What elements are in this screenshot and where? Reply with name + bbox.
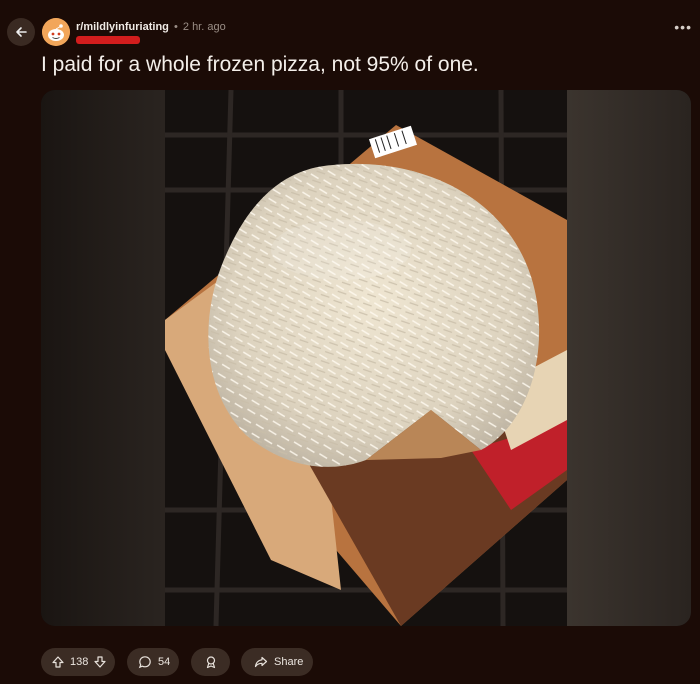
post-time: 2 hr. ago	[182, 21, 226, 33]
vote-count: 138	[70, 656, 89, 668]
downvote-icon	[94, 656, 106, 668]
post-meta: r/mildlyinfuriating • 2 hr. ago	[76, 21, 226, 33]
comment-icon	[138, 656, 151, 669]
post-header: r/mildlyinfuriating • 2 hr. ago •••	[0, 0, 700, 52]
downvote-button[interactable]	[93, 655, 107, 669]
share-icon	[254, 656, 268, 668]
frozen-pizza-photo	[41, 90, 691, 626]
subreddit-link[interactable]: r/mildlyinfuriating	[76, 21, 169, 33]
share-button[interactable]: Share	[241, 648, 313, 676]
more-options-icon: •••	[674, 19, 692, 35]
back-button[interactable]	[7, 18, 35, 46]
vote-control: 138	[41, 648, 115, 676]
share-label: Share	[274, 656, 304, 668]
more-options-button[interactable]: •••	[674, 19, 692, 35]
comment-count: 54	[158, 656, 171, 668]
award-button[interactable]	[191, 648, 230, 676]
post-title: I paid for a whole frozen pizza, not 95%…	[41, 53, 479, 76]
meta-separator: •	[173, 21, 178, 33]
back-arrow-icon	[16, 27, 27, 37]
upvote-icon	[52, 656, 64, 668]
award-icon	[206, 656, 215, 669]
subreddit-avatar-icon[interactable]	[42, 18, 70, 46]
post-image[interactable]	[41, 90, 691, 626]
upvote-button[interactable]	[51, 655, 65, 669]
comments-button[interactable]: 54	[127, 648, 179, 676]
redacted-username	[76, 36, 140, 44]
